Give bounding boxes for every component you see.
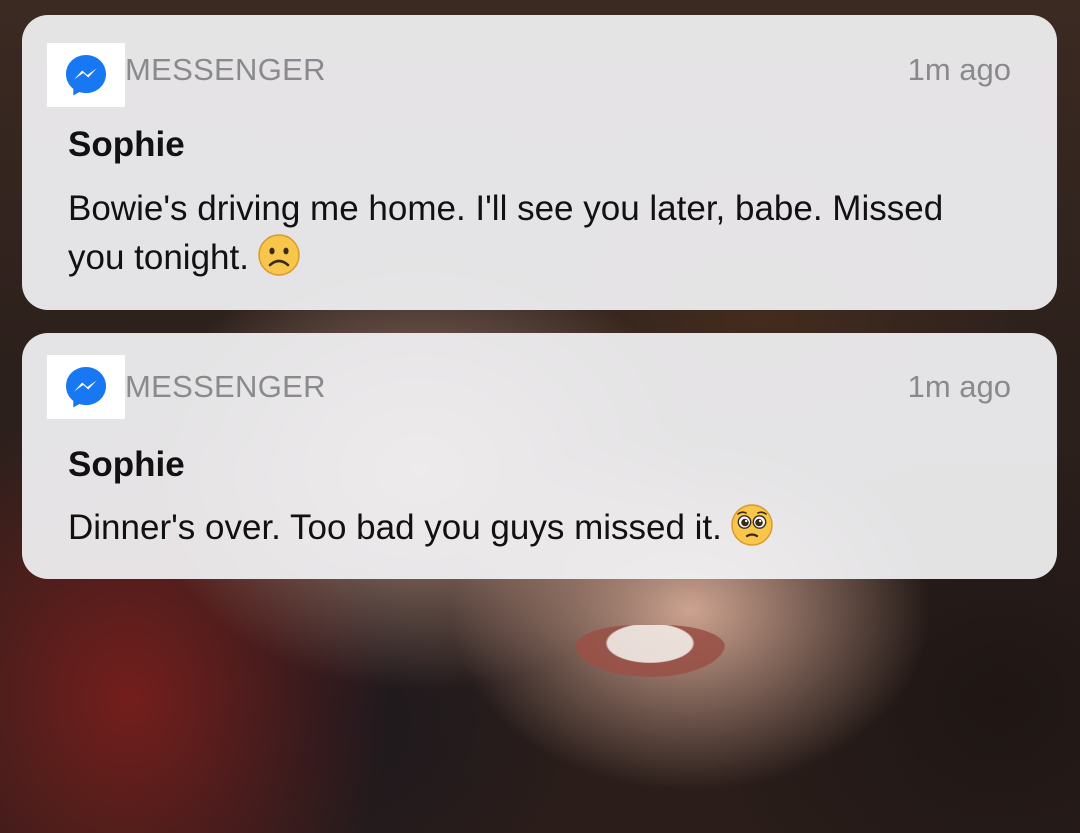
messenger-icon [66, 367, 106, 408]
pleading-face-icon [730, 503, 774, 547]
notification-timestamp: 1m ago [907, 52, 1011, 87]
notification-card[interactable]: MESSENGER 1m ago Sophie Bowie's driving … [22, 15, 1057, 310]
wallpaper-photo-detail [575, 625, 725, 677]
frowning-face-icon [257, 233, 301, 277]
messenger-app-icon [47, 355, 125, 419]
messenger-app-icon [47, 43, 125, 107]
notification-message: Dinner's over. Too bad you guys missed i… [68, 503, 968, 552]
notification-app-name: MESSENGER [125, 52, 326, 87]
notification-app-name: MESSENGER [125, 369, 326, 404]
notification-timestamp: 1m ago [907, 369, 1011, 404]
notification-card[interactable]: MESSENGER 1m ago Sophie Dinner's over. T… [22, 333, 1057, 579]
notification-sender: Sophie [68, 125, 185, 164]
notification-message-text: Dinner's over. Too bad you guys missed i… [68, 508, 722, 547]
notification-message-text: Bowie's driving me home. I'll see you la… [68, 189, 944, 277]
notification-sender: Sophie [68, 445, 185, 484]
notification-message: Bowie's driving me home. I'll see you la… [68, 185, 968, 282]
messenger-icon [66, 55, 106, 96]
